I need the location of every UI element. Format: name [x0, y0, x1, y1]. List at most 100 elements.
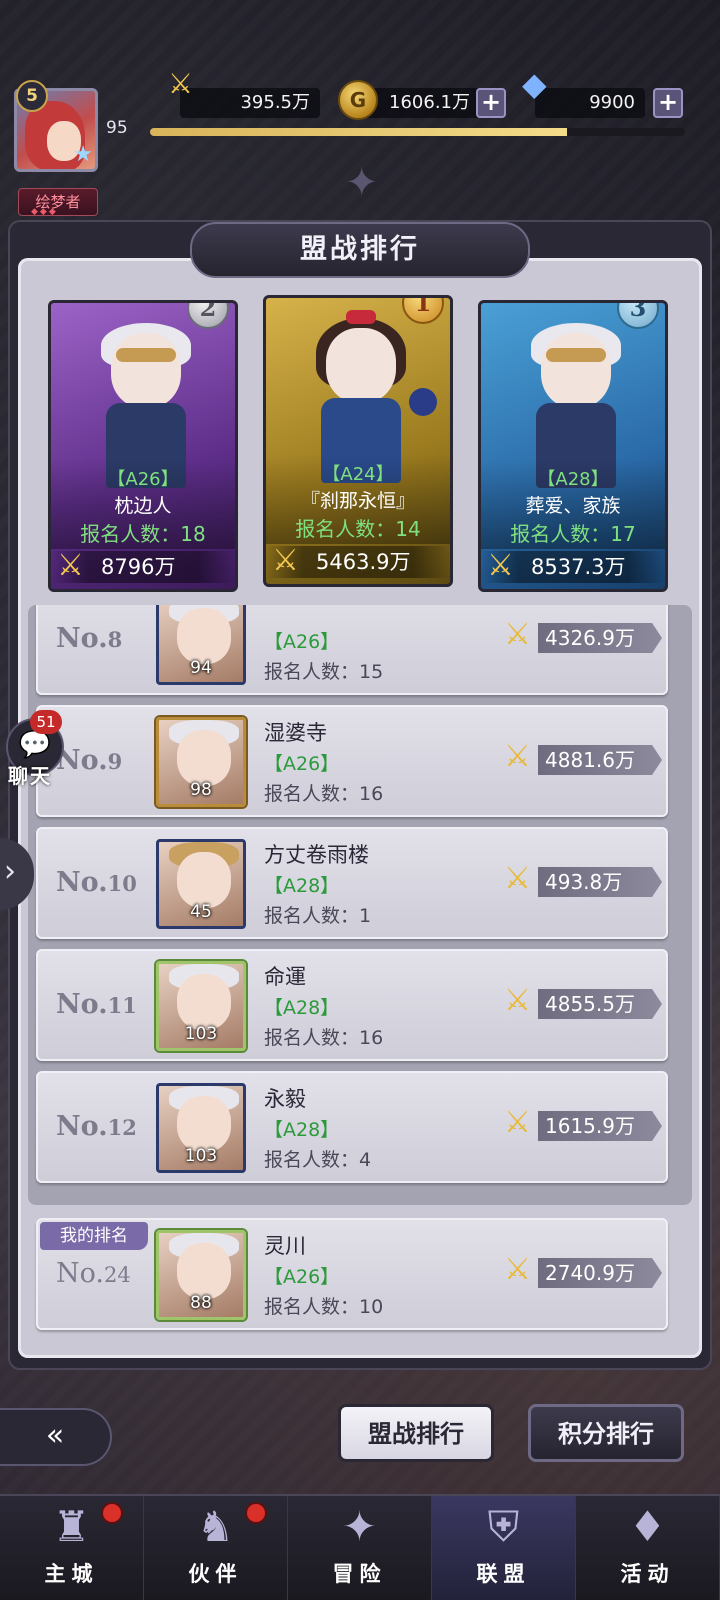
sword-icon: ⚔ [487, 548, 514, 583]
my-rank-badge: 我的排名 [40, 1222, 148, 1250]
portrait-level: 45 [190, 902, 212, 922]
guild-power: 493.8万 [545, 870, 623, 894]
add-gold-button[interactable]: + [476, 88, 506, 118]
sword-icon: ⚔ [504, 617, 531, 652]
star-icon: ★ [73, 142, 93, 167]
player-title-tag[interactable]: 绘梦者 ◆◆◆ [18, 188, 98, 217]
notification-dot [101, 1502, 123, 1524]
back-button[interactable]: « [0, 1408, 112, 1466]
guild-power: 8537.3万 [531, 555, 626, 579]
sword-icon: ⚔ [504, 1105, 531, 1140]
guild-server-tag: 【A26】 [264, 1266, 340, 1288]
nav-main-city[interactable]: ♜ 主城 [0, 1496, 144, 1600]
gold-coin-icon: G [338, 80, 378, 120]
signup-count: 报名人数：16 [264, 783, 384, 805]
nav-label: 主城 [44, 1562, 99, 1586]
back-arrow-icon: « [45, 1418, 65, 1453]
guild-server-tag: 【A26】 [264, 753, 340, 775]
list-item[interactable]: No.8 94 【A26】 报名人数：15 ⚔ 4326.9万 [36, 605, 668, 695]
guild-name: 永毅 [264, 1087, 306, 1111]
guild-server-tag: 【A28】 [537, 469, 609, 490]
nav-events[interactable]: ♦ 活动 [576, 1496, 720, 1600]
list-item[interactable]: No.12 103 永毅 【A28】 报名人数：4 ⚔ 1615.9万 [36, 1071, 668, 1183]
tab-points-ranking[interactable]: 积分排行 [528, 1404, 684, 1462]
guild-name: 『刹那永恒』 [300, 490, 415, 512]
sword-icon: ⚔ [272, 543, 299, 578]
guild-portrait: 94 [156, 605, 246, 685]
guild-power: 2740.9万 [545, 1261, 635, 1285]
guild-name: 灵川 [264, 1234, 306, 1258]
signup-count: 报名人数：18 [80, 522, 206, 546]
portrait-level: 103 [184, 1146, 218, 1166]
guild-server-tag: 【A26】 [264, 631, 340, 653]
xp-bar [150, 128, 685, 136]
guild-portrait: 88 [156, 1230, 246, 1320]
portrait-level: 88 [190, 1293, 212, 1313]
guild-server-tag: 【A28】 [264, 875, 340, 897]
xp-bar-fill [150, 128, 568, 136]
guild-server-tag: 【A26】 [107, 469, 179, 490]
portrait-level: 103 [184, 1024, 218, 1044]
sword-icon: ⚔ [504, 861, 531, 896]
add-gems-button[interactable]: + [653, 88, 683, 118]
list-item[interactable]: No.11 103 命運 【A28】 报名人数：16 ⚔ 4855.5万 [36, 949, 668, 1061]
podium-card-rank-1[interactable]: 1 【A24】 『刹那永恒』 报名人数：14 ⚔ 5463.9万 [263, 295, 453, 587]
guild-power: 8796万 [101, 555, 176, 579]
nav-label: 联盟 [476, 1562, 531, 1586]
ornament-icon: ✦ [345, 160, 379, 206]
tab-war-ranking[interactable]: 盟战排行 [338, 1404, 494, 1462]
nav-label: 活动 [620, 1562, 675, 1586]
guild-power: 4881.6万 [545, 748, 635, 772]
signup-count: 报名人数：17 [510, 522, 636, 546]
signup-count: 报名人数：16 [264, 1027, 384, 1049]
nav-adventure[interactable]: ✦ 冒险 [288, 1496, 432, 1600]
rank-number: No.9 [56, 745, 123, 776]
guild-portrait: 103 [156, 961, 246, 1051]
rank-number: No.11 [56, 989, 137, 1020]
guild-name: 葬爱、家族 [525, 495, 621, 517]
power-display: 395.5万 [180, 88, 320, 118]
witch-hat-icon: ♞ [196, 1502, 235, 1551]
rank-number: No.8 [56, 623, 123, 654]
podium-card-rank-2[interactable]: 2 【A26】 枕边人 报名人数：18 ⚔ 8796万 [48, 300, 238, 592]
guild-server-tag: 【A28】 [264, 1119, 340, 1141]
guild-name: 方丈卷雨楼 [264, 843, 369, 867]
guild-power: 4326.9万 [545, 626, 635, 650]
guild-portrait: 45 [156, 839, 246, 929]
panel-title: 盟战排行 [190, 222, 530, 278]
gem-display: 9900 [535, 88, 645, 118]
sword-icon: ⚔ [57, 548, 84, 583]
notification-dot [245, 1502, 267, 1524]
gold-value: 1606.1万 [389, 92, 470, 113]
guild-server-tag: 【A24】 [322, 464, 394, 485]
diamond-icon: ◆ [522, 65, 547, 103]
nav-partners[interactable]: ♞ 伙伴 [144, 1496, 288, 1600]
rank-number: No.12 [56, 1111, 137, 1142]
guild-name: 湿婆寺 [264, 721, 327, 745]
list-item[interactable]: No.9 98 湿婆寺 【A26】 报名人数：16 ⚔ 4881.6万 [36, 705, 668, 817]
my-rank-row[interactable]: 我的排名 No.24 88 灵川 【A26】 报名人数：10 ⚔ 2740.9万 [36, 1218, 668, 1330]
chat-unread-badge: 51 [30, 710, 62, 734]
rank-number: No.10 [56, 867, 137, 898]
list-item[interactable]: No.10 45 方丈卷雨楼 【A28】 报名人数：1 ⚔ 493.8万 [36, 827, 668, 939]
guild-name: 枕边人 [114, 495, 172, 517]
nav-alliance[interactable]: ⛨ 联盟 [432, 1496, 576, 1600]
rank-number: No.24 [56, 1258, 131, 1289]
sword-icon: ⚔ [504, 739, 531, 774]
nav-label: 冒险 [332, 1562, 387, 1586]
signup-count: 报名人数：1 [264, 905, 372, 927]
chat-label: 聊天 [8, 764, 52, 788]
player-level-badge: 5 [16, 80, 48, 112]
podium-card-rank-3[interactable]: 3 【A28】 葬爱、家族 报名人数：17 ⚔ 8537.3万 [478, 300, 668, 592]
sword-icon: ⚔ [504, 1252, 531, 1287]
signup-count: 报名人数：14 [295, 517, 421, 541]
guild-power: 5463.9万 [316, 550, 411, 574]
sword-icon: ⚔ [504, 983, 531, 1018]
shield-icon: ⛨ [487, 1502, 520, 1551]
chevron-right-icon: › [4, 854, 16, 889]
bottom-nav: ♜ 主城 ♞ 伙伴 ✦ 冒险 ⛨ 联盟 ♦ 活动 [0, 1494, 720, 1600]
ranking-list[interactable]: No.8 94 【A26】 报名人数：15 ⚔ 4326.9万 No.9 98 … [28, 605, 692, 1205]
gem-value: 9900 [589, 92, 635, 113]
guild-power: 1615.9万 [545, 1114, 635, 1138]
guild-power: 4855.5万 [545, 992, 635, 1016]
